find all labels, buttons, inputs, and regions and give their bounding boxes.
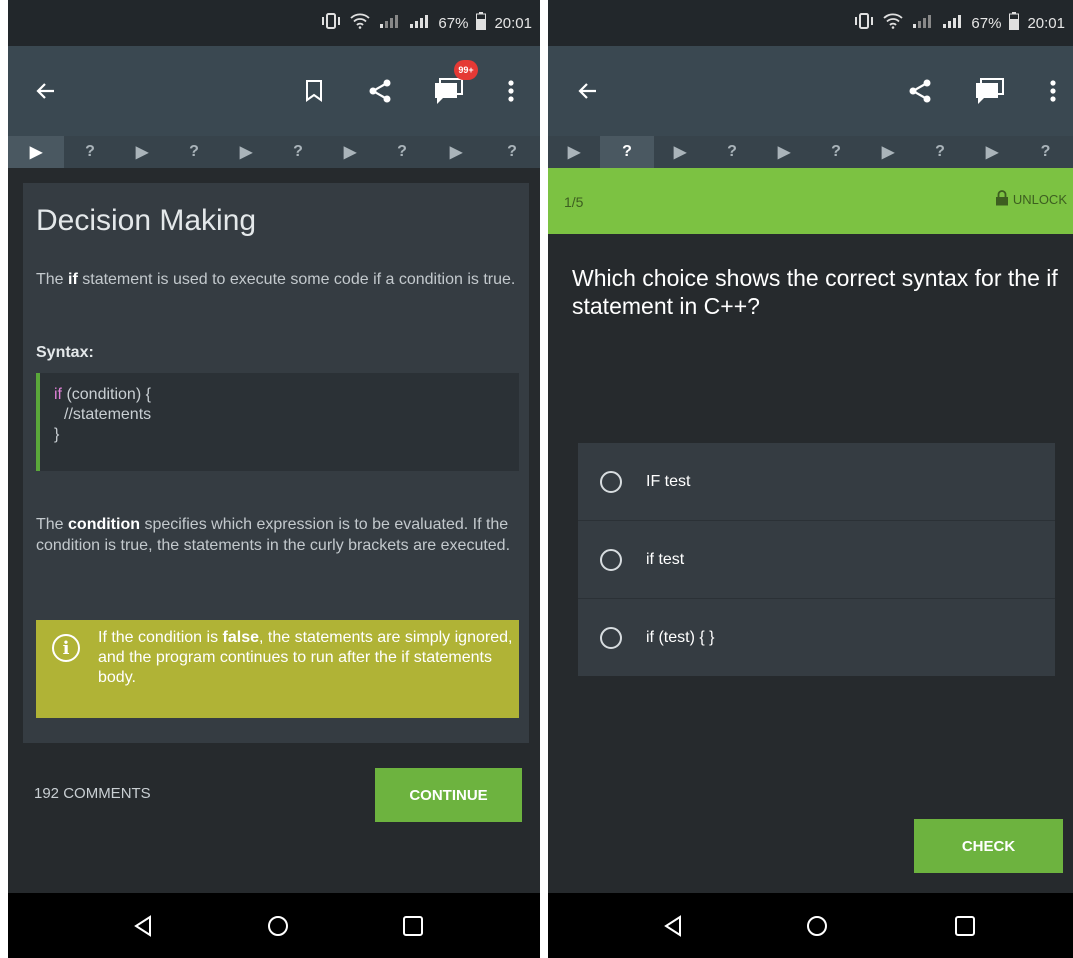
notification-badge: 99+ <box>454 60 478 80</box>
signal-icon <box>378 13 400 34</box>
progress-step-lesson[interactable]: ▶ <box>966 136 1018 168</box>
lesson-intro: The if statement is used to execute some… <box>36 271 516 288</box>
nav-back-icon[interactable] <box>118 893 168 958</box>
question-counter: 1/5 <box>564 194 584 210</box>
code-line: (condition) { <box>62 386 151 403</box>
progress-step-lesson[interactable]: ▶ <box>654 136 706 168</box>
back-arrow-icon[interactable] <box>566 46 610 136</box>
answer-option[interactable]: if test <box>578 521 1055 599</box>
lock-icon <box>995 190 1009 209</box>
back-arrow-icon[interactable] <box>24 46 68 136</box>
lesson-progress-bar: ▶ ? ▶ ? ▶ ? ▶ ? ▶ ? <box>548 136 1073 168</box>
lesson-screen: 67% 20:01 99+ ▶ ? ▶ ? ▶ ? ▶ ? ▶ ? Decisi… <box>8 0 540 958</box>
code-line: //statements <box>64 406 152 423</box>
answer-option-label: if test <box>646 550 685 568</box>
answer-option[interactable]: IF test <box>578 443 1055 521</box>
nav-home-icon[interactable] <box>253 893 303 958</box>
battery-percent: 67% <box>971 14 1002 32</box>
progress-step-quiz[interactable]: ? <box>376 136 428 168</box>
bookmark-icon[interactable] <box>294 46 334 136</box>
lesson-progress-bar: ▶ ? ▶ ? ▶ ? ▶ ? ▶ ? <box>8 136 540 168</box>
answer-option-label: if (test) { } <box>646 628 715 646</box>
more-vert-icon[interactable] <box>496 46 526 136</box>
status-bar: 67% 20:01 <box>548 0 1073 46</box>
nav-recents-icon[interactable] <box>388 893 438 958</box>
progress-step-lesson[interactable]: ▶ <box>758 136 810 168</box>
clock: 20:01 <box>494 14 532 32</box>
unlock-button[interactable]: UNLOCK <box>995 190 1067 209</box>
progress-step-quiz[interactable]: ? <box>484 136 540 168</box>
answer-option[interactable]: if (test) { } <box>578 599 1055 676</box>
lesson-title: Decision Making <box>36 204 257 237</box>
progress-step-lesson[interactable]: ▶ <box>8 136 64 168</box>
battery-percent: 67% <box>438 14 469 32</box>
comments-icon[interactable]: 99+ <box>424 46 478 136</box>
vibrate-icon <box>853 12 875 35</box>
more-vert-icon[interactable] <box>1038 46 1068 136</box>
share-icon[interactable] <box>358 46 402 136</box>
vibrate-icon <box>320 12 342 35</box>
nav-recents-icon[interactable] <box>940 893 990 958</box>
signal-icon <box>408 13 430 34</box>
radio-button[interactable] <box>600 548 622 571</box>
progress-step-lesson[interactable]: ▶ <box>220 136 272 168</box>
battery-icon <box>1009 11 1020 35</box>
progress-step-lesson[interactable]: ▶ <box>548 136 600 168</box>
syntax-label: Syntax: <box>36 344 94 361</box>
nav-back-icon[interactable] <box>648 893 698 958</box>
quiz-screen: 67% 20:01 ▶ ? ▶ ? ▶ ? ▶ ? ▶ ? 1/5 UNLOCK… <box>548 0 1073 958</box>
clock: 20:01 <box>1027 14 1065 32</box>
comments-icon[interactable] <box>968 46 1012 136</box>
info-note: i If the condition is false, the stateme… <box>36 620 519 718</box>
battery-icon <box>476 11 487 35</box>
wifi-icon <box>883 13 904 34</box>
progress-step-quiz[interactable]: ? <box>272 136 324 168</box>
share-icon[interactable] <box>898 46 942 136</box>
signal-icon <box>911 13 933 34</box>
progress-step-lesson[interactable]: ▶ <box>862 136 914 168</box>
wifi-icon <box>350 13 371 34</box>
system-nav-bar <box>548 893 1073 958</box>
progress-step-lesson[interactable]: ▶ <box>324 136 376 168</box>
progress-step-quiz[interactable]: ? <box>914 136 966 168</box>
status-bar: 67% 20:01 <box>8 0 540 46</box>
radio-button[interactable] <box>600 470 622 493</box>
lesson-explanation: The condition specifies which expression… <box>36 516 511 554</box>
progress-step-quiz[interactable]: ? <box>810 136 862 168</box>
signal-icon <box>941 13 963 34</box>
code-keyword: if <box>54 386 62 403</box>
progress-step-lesson[interactable]: ▶ <box>428 136 484 168</box>
system-nav-bar <box>8 893 540 958</box>
question-text: Which choice shows the correct syntax fo… <box>572 265 1058 319</box>
progress-step-quiz[interactable]: ? <box>706 136 758 168</box>
progress-step-quiz[interactable]: ? <box>600 136 654 168</box>
info-icon: i <box>52 634 80 662</box>
code-block: if (condition) { //statements } <box>36 373 519 471</box>
app-toolbar <box>548 46 1073 136</box>
radio-button[interactable] <box>600 626 622 649</box>
code-line: } <box>54 426 60 443</box>
progress-step-quiz[interactable]: ? <box>64 136 116 168</box>
quiz-header: 1/5 UNLOCK <box>548 168 1073 234</box>
comments-link[interactable]: 192 COMMENTS <box>34 785 151 802</box>
nav-home-icon[interactable] <box>792 893 842 958</box>
answer-option-label: IF test <box>646 472 691 490</box>
progress-step-lesson[interactable]: ▶ <box>116 136 168 168</box>
continue-button[interactable]: CONTINUE <box>375 768 522 822</box>
progress-step-quiz[interactable]: ? <box>168 136 220 168</box>
answer-options: IF test if test if (test) { } <box>578 443 1055 676</box>
progress-step-quiz[interactable]: ? <box>1018 136 1073 168</box>
app-toolbar: 99+ <box>8 46 540 136</box>
unlock-label: UNLOCK <box>1012 192 1067 207</box>
check-button[interactable]: CHECK <box>914 819 1063 873</box>
info-note-text: If the condition is false, the statement… <box>98 629 513 686</box>
